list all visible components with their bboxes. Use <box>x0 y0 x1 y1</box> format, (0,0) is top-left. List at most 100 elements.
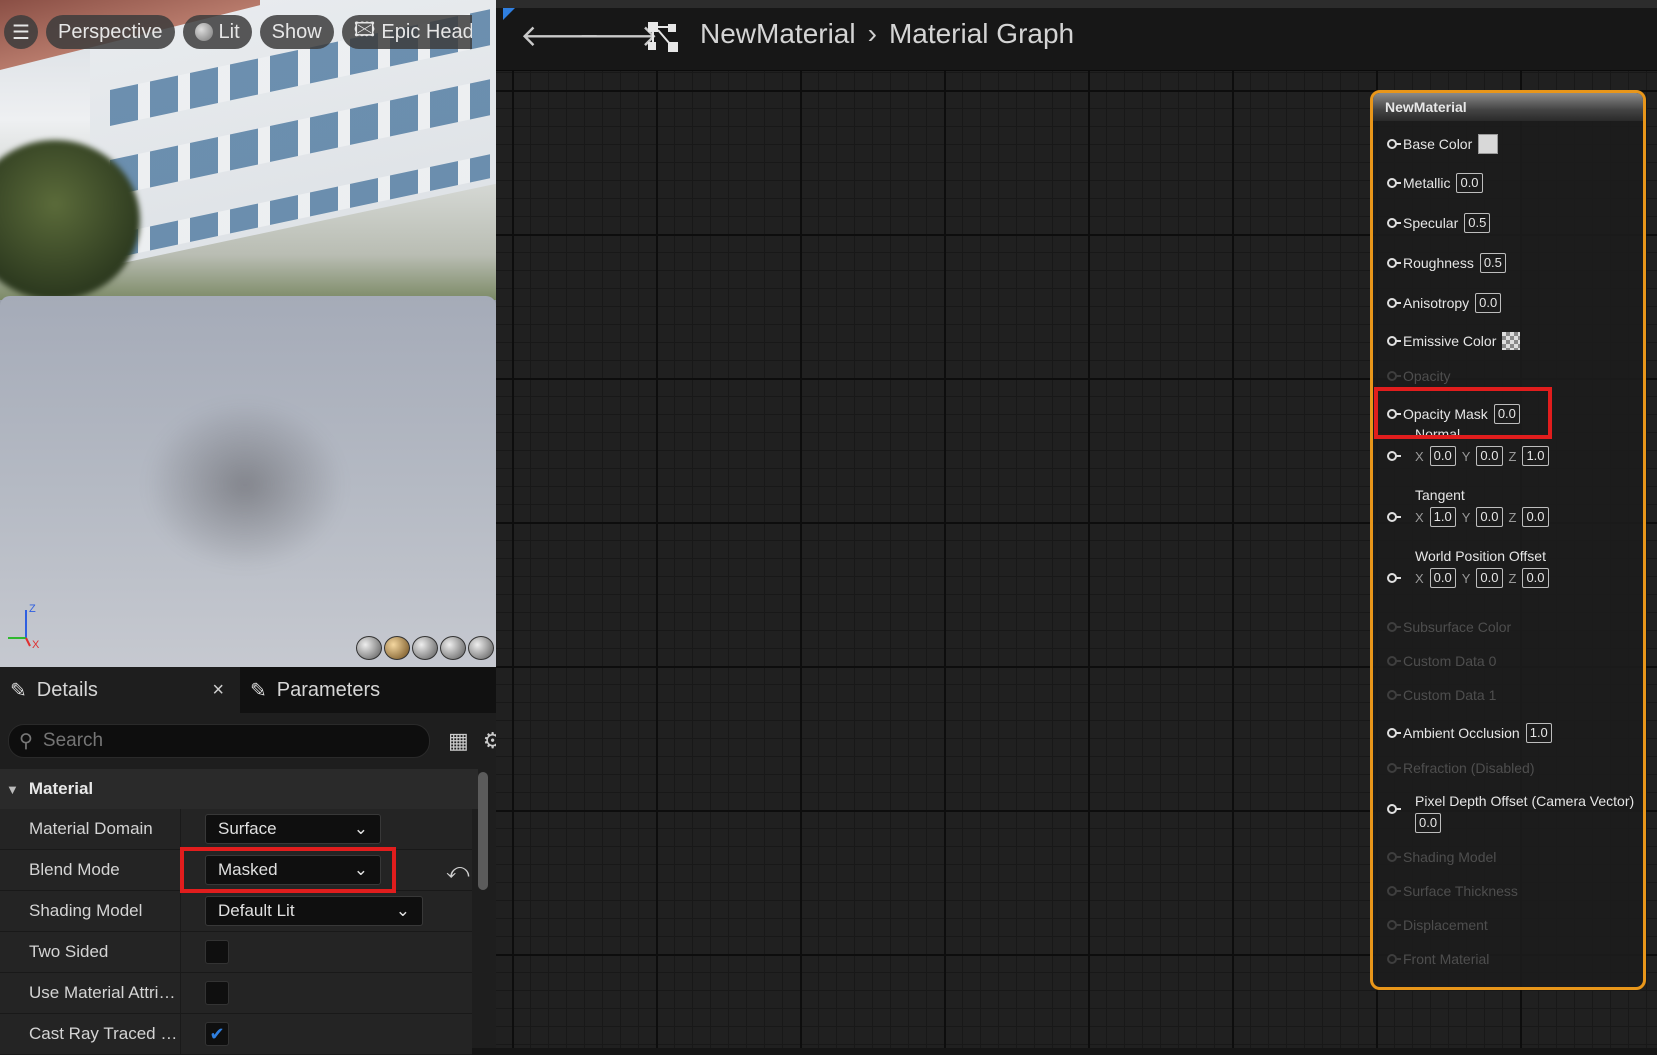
breadcrumb-current: Material Graph <box>888 18 1075 49</box>
shading-model-dropdown[interactable]: Default Lit ⌄ <box>205 896 423 926</box>
value-field[interactable]: 0.0 <box>1429 568 1456 588</box>
details-scrollbar[interactable] <box>478 772 488 890</box>
sphere-primitive-icon[interactable] <box>384 636 410 660</box>
pin-displacement: Displacement <box>1387 917 1488 933</box>
preview-scene-button[interactable]: 🖾 Epic Headq <box>341 15 472 49</box>
lit-label: Lit <box>218 20 240 43</box>
input-pin-icon[interactable] <box>1387 298 1401 308</box>
pin-label: Roughness <box>1403 255 1474 271</box>
tab-details[interactable]: ✎ Details × <box>0 667 240 713</box>
pin-tangent[interactable] <box>1387 512 1401 522</box>
value-field[interactable]: 0.0 <box>1456 173 1483 193</box>
input-pin-icon[interactable] <box>1387 178 1401 188</box>
value-field[interactable]: 0.0 <box>1476 568 1503 588</box>
value-field[interactable]: 1.0 <box>1525 723 1552 743</box>
custom-mesh-primitive-icon[interactable] <box>468 636 494 660</box>
checkmark-icon: ✔ <box>209 1023 225 1044</box>
value-field[interactable]: 0.0 <box>1476 507 1503 527</box>
pin-pixel-depth-offset[interactable] <box>1387 804 1401 814</box>
pin-world-position-offset[interactable] <box>1387 573 1401 583</box>
value-field[interactable]: 0.5 <box>1479 253 1506 273</box>
pin-normal[interactable] <box>1387 451 1401 461</box>
pin-metallic[interactable]: Metallic 0.0 <box>1387 173 1483 193</box>
details-search-box[interactable]: ⚲ <box>8 724 430 758</box>
value-field[interactable]: 0.5 <box>1464 213 1491 233</box>
value-field[interactable]: 0.0 <box>1475 293 1502 313</box>
axis-z-label: Z <box>29 603 36 615</box>
axis-x-label: X <box>32 639 40 650</box>
show-button[interactable]: Show <box>259 15 334 49</box>
pin-label: World Position Offset <box>1415 548 1546 564</box>
input-pin-icon <box>1387 656 1401 666</box>
property-value-cell <box>180 932 472 972</box>
input-pin-icon <box>1387 763 1401 773</box>
preview-primitive-selector <box>356 636 494 660</box>
value-field[interactable]: 0.0 <box>1476 446 1503 466</box>
pin-emissive-color[interactable]: Emissive Color <box>1387 332 1521 350</box>
input-pin-icon[interactable] <box>1387 512 1401 522</box>
search-toolbar: ▦ ⚙ <box>448 728 503 754</box>
pin-shading-model: Shading Model <box>1387 849 1496 865</box>
value-field[interactable]: 0.0 <box>1415 813 1442 833</box>
value-field[interactable]: 0.0 <box>1429 446 1456 466</box>
close-tab-icon[interactable]: × <box>212 679 224 702</box>
preview-scene-label: Epic Headq <box>381 20 472 43</box>
input-pin-icon <box>1387 371 1401 381</box>
lit-button[interactable]: Lit <box>182 15 252 49</box>
cube-primitive-icon[interactable] <box>440 636 466 660</box>
pin-label: Opacity <box>1403 368 1451 384</box>
pin-label: Surface Thickness <box>1403 883 1518 899</box>
input-pin-icon <box>1387 886 1401 896</box>
viewport-toolbar: ☰ Perspective Lit Show 🖾 Epic Headq <box>4 14 472 50</box>
value-field[interactable]: 1.0 <box>1429 507 1456 527</box>
property-value-cell <box>180 973 472 1013</box>
color-swatch[interactable] <box>1478 134 1499 154</box>
pin-anisotropy[interactable]: Anisotropy 0.0 <box>1387 293 1502 313</box>
tangent-vector-fields: X 1.0 Y 0.0 Z 0.0 <box>1415 507 1549 527</box>
cylinder-primitive-icon[interactable] <box>356 636 382 660</box>
property-label: Use Material Attribu... <box>29 983 180 1002</box>
reset-to-default-icon[interactable]: ⤺ <box>446 858 470 884</box>
color-swatch[interactable] <box>1502 332 1521 350</box>
input-pin-icon[interactable] <box>1387 573 1401 583</box>
pin-roughness[interactable]: Roughness 0.5 <box>1387 253 1506 273</box>
value-field[interactable]: 0.0 <box>1522 507 1549 527</box>
pin-ambient-occlusion[interactable]: Ambient Occlusion 1.0 <box>1387 723 1552 743</box>
cast-ray-traced-shadows-checkbox[interactable]: ✔ <box>205 1022 229 1046</box>
value-field[interactable]: 1.0 <box>1522 446 1549 466</box>
pin-specular[interactable]: Specular 0.5 <box>1387 213 1491 233</box>
input-pin-icon[interactable] <box>1387 451 1401 461</box>
breadcrumb-root[interactable]: NewMaterial <box>700 18 856 50</box>
property-row-use-material-attributes: Use Material Attribu... <box>0 973 472 1014</box>
search-input[interactable] <box>40 729 375 753</box>
material-section-header[interactable]: ▼ Material <box>0 769 478 809</box>
material-preview-viewport[interactable]: ☰ Perspective Lit Show 🖾 Epic Headq Z X <box>0 0 496 667</box>
pin-label: Tangent <box>1415 487 1465 503</box>
input-pin-icon[interactable] <box>1387 804 1401 814</box>
tab-parameters[interactable]: ✎ Parameters <box>240 667 390 713</box>
input-pin-icon[interactable] <box>1387 139 1401 149</box>
table-view-icon[interactable]: ▦ <box>448 728 469 754</box>
input-pin-icon[interactable] <box>1387 218 1401 228</box>
input-pin-icon[interactable] <box>1387 728 1401 738</box>
pin-refraction: Refraction (Disabled) <box>1387 760 1535 776</box>
blend-mode-highlight <box>180 847 396 893</box>
material-domain-dropdown[interactable]: Surface ⌄ <box>205 814 381 844</box>
two-sided-checkbox[interactable] <box>205 940 229 964</box>
perspective-button[interactable]: Perspective <box>46 15 175 49</box>
axis-label: Y <box>1461 509 1471 525</box>
graph-corner-marker <box>503 8 515 20</box>
breadcrumb-separator-icon: › <box>867 18 877 49</box>
material-result-node[interactable]: NewMaterial Base Color Metallic 0.0 Spec… <box>1370 90 1646 990</box>
value-field[interactable]: 0.0 <box>1522 568 1549 588</box>
viewport-menu-button[interactable]: ☰ <box>4 15 38 49</box>
pin-subsurface-color: Subsurface Color <box>1387 619 1511 635</box>
input-pin-icon[interactable] <box>1387 258 1401 268</box>
pin-surface-thickness: Surface Thickness <box>1387 883 1518 899</box>
plane-primitive-icon[interactable] <box>412 636 438 660</box>
graph-icon <box>648 22 678 52</box>
use-material-attributes-checkbox[interactable] <box>205 981 229 1005</box>
input-pin-icon[interactable] <box>1387 336 1401 346</box>
pencil-icon: ✎ <box>250 679 267 702</box>
pin-base-color[interactable]: Base Color <box>1387 134 1499 154</box>
